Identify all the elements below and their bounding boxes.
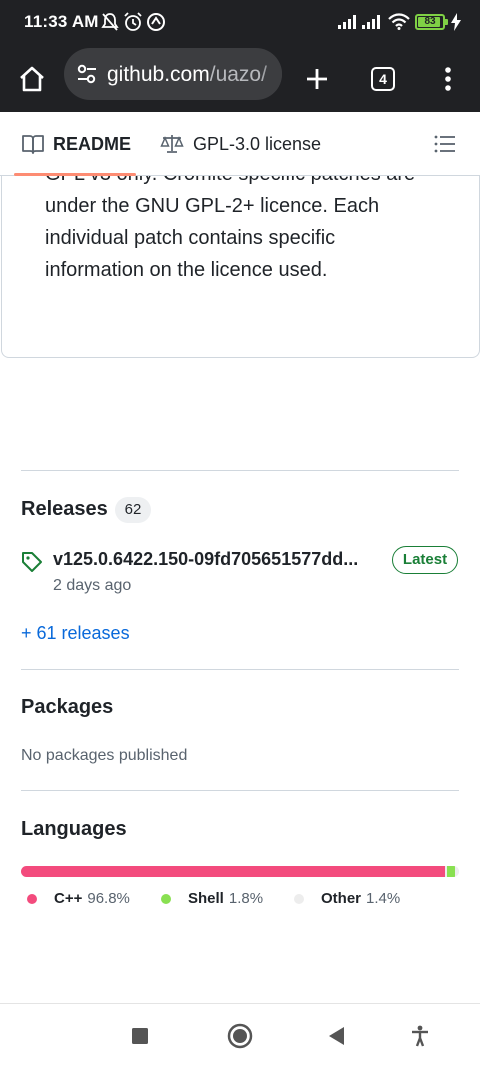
url-path: /uazo/	[209, 63, 267, 86]
status-time: 11:33 AM	[24, 12, 99, 31]
signal-icon	[362, 15, 382, 34]
language-dot	[294, 893, 304, 904]
readme-line: information on the licence used.	[45, 259, 328, 281]
tag-icon	[21, 551, 43, 578]
more-menu-button[interactable]	[426, 46, 470, 112]
battery-icon: 83	[415, 14, 448, 30]
list-icon	[434, 135, 455, 153]
no-packages-text: No packages published	[21, 747, 188, 764]
language-name: Other	[321, 890, 362, 907]
law-icon	[160, 135, 184, 153]
tab-license[interactable]: GPL-3.0 license	[160, 112, 321, 176]
languages-title: Languages	[21, 818, 127, 840]
latest-badge: Latest	[392, 546, 458, 574]
charging-icon	[451, 13, 461, 36]
section-divider	[21, 470, 459, 471]
alarm-icon	[123, 12, 143, 37]
system-nav-bar	[0, 1003, 480, 1067]
site-settings-icon[interactable]	[76, 63, 98, 90]
language-item-shell[interactable]: Shell 1.8%	[161, 890, 263, 907]
url-text: github.com/uazo/	[107, 63, 267, 87]
accessibility-button[interactable]	[396, 1004, 444, 1067]
tab-readme[interactable]: README	[22, 112, 131, 176]
language-item-cpp[interactable]: C++ 96.8%	[27, 890, 130, 907]
tab-license-label: GPL-3.0 license	[193, 133, 322, 154]
mute-icon	[101, 12, 119, 37]
recents-button[interactable]	[116, 1004, 164, 1067]
status-bar: 11:33 AM 83	[0, 0, 480, 46]
tab-switcher-icon: 4	[371, 67, 395, 91]
new-tab-button[interactable]	[294, 46, 340, 112]
data-saver-icon	[146, 12, 166, 37]
signal-icon	[338, 15, 358, 34]
language-name: C++	[54, 890, 83, 907]
language-percent: 1.4%	[366, 890, 401, 907]
language-dot	[27, 893, 37, 904]
home-nav-button[interactable]	[216, 1004, 264, 1067]
readme-tab-header: README GPL-3.0 license	[0, 112, 480, 176]
back-icon	[329, 1027, 344, 1045]
section-divider	[21, 790, 459, 791]
outline-button[interactable]	[432, 112, 458, 176]
url-host: github.com	[107, 63, 210, 86]
tab-readme-label: README	[53, 133, 132, 154]
tab-switcher-button[interactable]: 4	[360, 46, 406, 112]
language-percent: 1.8%	[228, 890, 264, 907]
more-vert-icon	[445, 67, 451, 91]
book-icon	[22, 135, 44, 154]
home-icon	[20, 66, 44, 92]
readme-line: under the GNU GPL-2+ licence. Each	[45, 195, 380, 217]
readme-paragraph: GPL v3 only. Cromite specific patches ar…	[45, 158, 465, 286]
recents-icon	[132, 1028, 148, 1044]
releases-title[interactable]: Releases	[21, 498, 108, 521]
home-button[interactable]	[8, 46, 56, 112]
language-item-other: Other 1.4%	[294, 890, 400, 907]
language-bar-segment	[456, 866, 459, 877]
browser-toolbar: github.com/uazo/ 4	[0, 46, 480, 112]
language-dot	[161, 893, 171, 904]
language-percent: 96.8%	[87, 890, 130, 907]
language-name: Shell	[188, 890, 224, 907]
release-date: 2 days ago	[53, 577, 132, 594]
back-button[interactable]	[313, 1004, 361, 1067]
language-bar-segment	[446, 866, 455, 877]
releases-counter: 62	[115, 497, 151, 523]
section-divider	[21, 669, 459, 670]
language-bar-segment	[21, 866, 445, 877]
more-releases-link[interactable]: + 61 releases	[21, 623, 130, 644]
latest-release-link[interactable]: v125.0.6422.150-09fd705651577dd...	[53, 549, 358, 570]
language-bar	[21, 866, 459, 877]
url-bar[interactable]: github.com/uazo/	[64, 48, 282, 100]
home-circle-icon	[227, 1023, 253, 1049]
packages-title[interactable]: Packages	[21, 696, 113, 719]
new-tab-icon	[307, 69, 327, 89]
battery-level: 83	[424, 16, 436, 27]
readme-line: individual patch contains specific	[45, 227, 336, 249]
accessibility-icon	[412, 1025, 428, 1047]
wifi-icon	[388, 13, 410, 35]
active-tab-indicator	[14, 173, 136, 176]
